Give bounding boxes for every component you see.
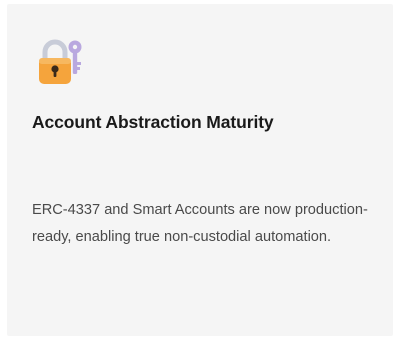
info-card: Account Abstraction Maturity ERC-4337 an… [7,4,393,336]
card-title: Account Abstraction Maturity [32,112,274,132]
card-description: ERC-4337 and Smart Accounts are now prod… [32,202,368,245]
lock-with-key-icon [35,38,85,84]
